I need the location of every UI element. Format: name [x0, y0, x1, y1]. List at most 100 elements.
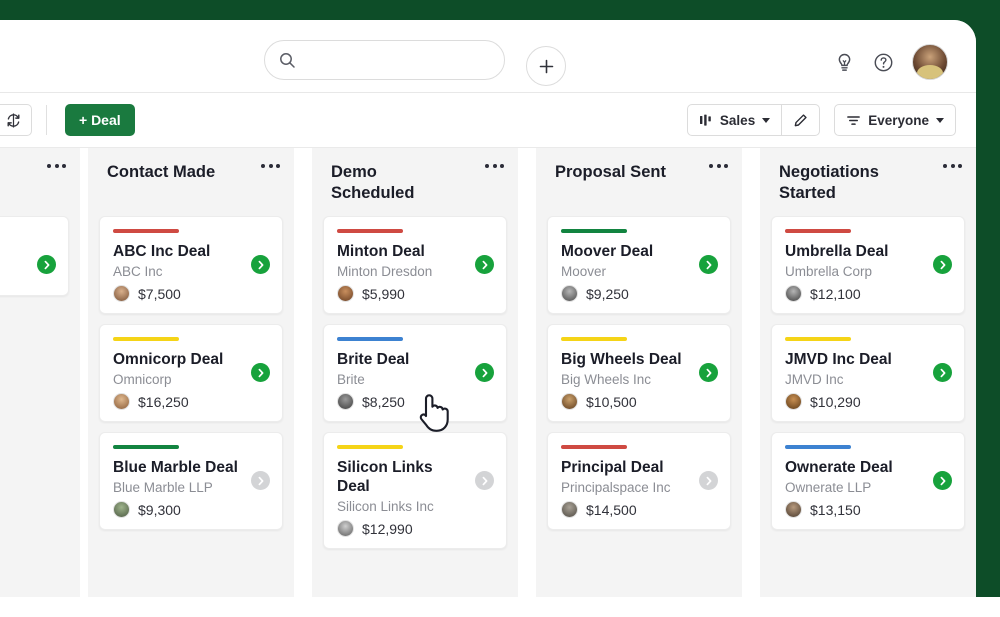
deal-organization: Brite [337, 372, 365, 387]
deal-title: Umbrella Deal [785, 243, 889, 260]
move-deal-forward-icon[interactable] [933, 471, 952, 490]
move-deal-forward-icon[interactable] [251, 363, 270, 382]
move-deal-forward-icon [475, 471, 494, 490]
pipeline-selector-group: Sales [686, 104, 821, 136]
avatar[interactable] [912, 44, 948, 80]
add-deal-button[interactable]: + Deal [65, 104, 135, 136]
deal-card[interactable]: Principal Deal Principalspace Inc $14,500 [547, 432, 731, 530]
plus-icon [539, 59, 553, 73]
deal-card[interactable]: Omnicorp Deal Omnicorp $16,250 [99, 324, 283, 422]
column-menu-icon[interactable] [943, 164, 962, 168]
filter-selector[interactable]: Everyone [835, 105, 955, 135]
deal-footer: $8,250 [337, 393, 493, 410]
deal-owner-avatar [785, 501, 802, 518]
deal-footer: $16,250 [113, 393, 269, 410]
deal-owner-avatar [561, 393, 578, 410]
move-deal-forward-icon [251, 471, 270, 490]
lightbulb-icon[interactable] [834, 52, 855, 73]
deal-status-bar [785, 337, 851, 341]
column-menu-icon[interactable] [47, 164, 66, 168]
move-deal-forward-icon[interactable] [699, 255, 718, 274]
column-menu-icon[interactable] [261, 164, 280, 168]
deal-status-bar [785, 229, 851, 233]
deal-card[interactable]: Blue Marble Deal Blue Marble LLP $9,300 [99, 432, 283, 530]
search-input[interactable] [306, 52, 486, 68]
column-title: Negotiations Started [779, 163, 879, 202]
pipeline-label: Sales [719, 112, 756, 128]
deal-owner-avatar [561, 285, 578, 302]
pipeline-board: al Contact Made ABC Inc Deal ABC Inc $7,500 O… [0, 148, 976, 597]
deal-card[interactable]: Silicon Links Deal Silicon Links Inc $12,9… [323, 432, 507, 549]
deal-status-bar [561, 337, 627, 341]
deal-amount: $9,250 [586, 285, 629, 302]
deal-title: Brite Deal [337, 351, 410, 368]
deal-owner-avatar [337, 520, 354, 537]
pipeline-selector[interactable]: Sales [688, 105, 781, 135]
deal-title: Big Wheels Deal [561, 351, 682, 368]
deal-amount: $14,500 [586, 501, 637, 518]
move-deal-forward-icon[interactable] [933, 363, 952, 382]
search-box[interactable] [264, 40, 505, 80]
edit-pipeline-button[interactable] [781, 105, 819, 135]
chevron-down-icon [762, 117, 771, 123]
move-deal-forward-icon[interactable] [933, 255, 952, 274]
toolbar-right-controls: Sales Everyone [686, 104, 956, 136]
column-header: Proposal Sent [536, 148, 742, 216]
search-icon [279, 52, 296, 69]
deal-status-bar [561, 445, 627, 449]
deal-amount: $9,300 [138, 501, 181, 518]
deal-title: Blue Marble Deal [113, 459, 238, 476]
app-window: + Deal Sales Everyone Contact Made ABC I… [0, 20, 976, 597]
deal-card[interactable]: ABC Inc Deal ABC Inc $7,500 [99, 216, 283, 314]
pencil-icon [794, 113, 807, 126]
deal-amount: $5,990 [362, 285, 405, 302]
move-deal-forward-icon[interactable] [475, 363, 494, 382]
pipeline-column: Demo Scheduled Minton Deal Minton Dresdon $… [312, 148, 518, 597]
deal-card[interactable]: Moover Deal Moover $9,250 [547, 216, 731, 314]
move-deal-forward-icon[interactable] [475, 255, 494, 274]
move-deal-forward-icon[interactable] [699, 363, 718, 382]
deal-owner-avatar [337, 285, 354, 302]
deal-card[interactable]: JMVD Inc Deal JMVD Inc $10,290 [771, 324, 965, 422]
deal-owner-avatar [113, 285, 130, 302]
add-button[interactable] [526, 46, 566, 86]
deal-status-bar [337, 229, 403, 233]
deal-footer: $12,100 [785, 285, 951, 302]
deal-card[interactable]: Ownerate Deal Ownerate LLP $13,150 [771, 432, 965, 530]
deal-card[interactable]: al [0, 216, 69, 296]
deal-footer: $10,290 [785, 393, 951, 410]
pipeline-column: al [0, 148, 80, 597]
deal-card[interactable]: Umbrella Deal Umbrella Corp $12,100 [771, 216, 965, 314]
move-deal-forward-icon[interactable] [37, 255, 56, 274]
deal-status-bar [785, 445, 851, 449]
deal-title: Silicon Links Deal [337, 459, 433, 495]
deal-amount: $16,250 [138, 393, 189, 410]
move-deal-forward-icon[interactable] [251, 255, 270, 274]
deal-organization: Silicon Links Inc [337, 499, 434, 514]
deal-amount: $8,250 [362, 393, 405, 410]
deal-status-bar [337, 445, 403, 449]
pipeline-column: Proposal Sent Moover Deal Moover $9,250 Big … [536, 148, 742, 597]
deal-card[interactable]: Minton Deal Minton Dresdon $5,990 [323, 216, 507, 314]
deal-status-bar [337, 337, 403, 341]
deal-amount: $12,990 [362, 520, 413, 537]
deal-footer: $14,500 [561, 501, 717, 518]
deal-card[interactable]: Brite Deal Brite $8,250 [323, 324, 507, 422]
header-actions [834, 44, 948, 80]
sync-button[interactable] [0, 104, 32, 136]
deal-owner-avatar [785, 285, 802, 302]
deal-owner-avatar [561, 501, 578, 518]
deal-organization: Umbrella Corp [785, 264, 873, 279]
deal-organization: JMVD Inc [785, 372, 844, 387]
deal-owner-avatar [785, 393, 802, 410]
column-menu-icon[interactable] [709, 164, 728, 168]
column-menu-icon[interactable] [485, 164, 504, 168]
deal-card[interactable]: Big Wheels Deal Big Wheels Inc $10,500 [547, 324, 731, 422]
board-toolbar: + Deal Sales Everyone [0, 93, 976, 148]
deal-title: Moover Deal [561, 243, 654, 260]
help-circle-icon[interactable] [873, 52, 894, 73]
deal-title: Principal Deal [561, 459, 664, 476]
deal-status-bar [113, 229, 179, 233]
deal-footer: $13,150 [785, 501, 951, 518]
move-deal-forward-icon [699, 471, 718, 490]
